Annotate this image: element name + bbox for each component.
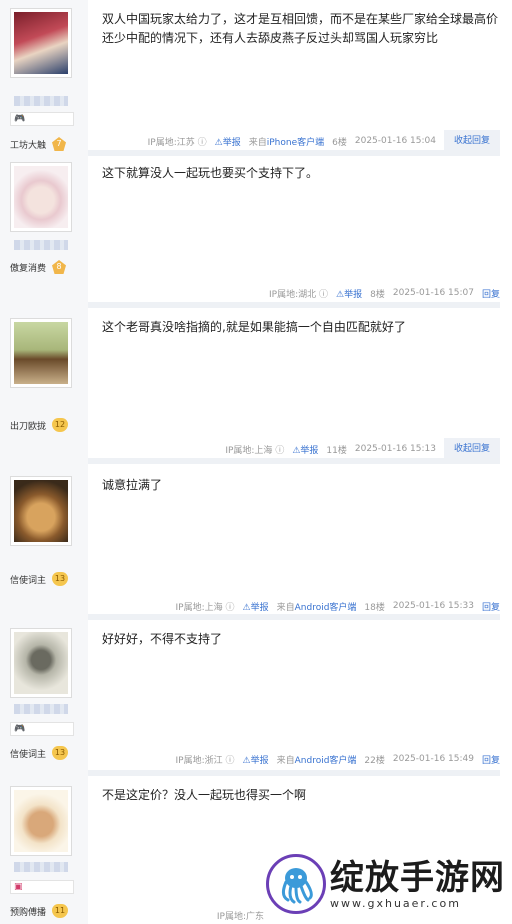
help-icon: ⓘ: [197, 137, 207, 148]
reply-link[interactable]: 回复: [482, 753, 500, 766]
floor-number: 18楼: [364, 602, 385, 613]
avatar[interactable]: [10, 476, 72, 546]
post-tail: IP属地:广东: [217, 904, 264, 924]
post-floor-8: 傲复消费 8 这下就算没人一起玩也要买个支持下了。 IP属地:湖北 ⓘ ⚠举报 …: [0, 156, 512, 308]
report-link[interactable]: ⚠举报: [336, 287, 362, 300]
avatar[interactable]: [10, 162, 72, 232]
post-content: 好好好，不得不支持了: [102, 632, 223, 646]
report-link[interactable]: ⚠举报: [215, 135, 241, 148]
help-icon: ⓘ: [225, 602, 235, 613]
level-label: 工坊大触: [10, 140, 47, 151]
post-content: 双人中国玩家太给力了，这才是互相回馈，而不是在某些厂家给全球最高价还少中配的情况…: [102, 12, 499, 45]
report-link[interactable]: ⚠举报: [243, 753, 269, 766]
username[interactable]: [14, 240, 68, 250]
watermark-text: 绽放手游网 www.gxhuaer.com: [330, 859, 505, 910]
octopus-logo-icon: [266, 854, 326, 914]
user-level[interactable]: 傲复消费 8: [10, 260, 67, 274]
post-tail: IP属地:江苏 ⓘ ⚠举报 来自iPhone客户端 6楼 2025-01-16 …: [148, 130, 500, 152]
post-floor-22: 🎮 信使词主 13 好好好，不得不支持了 IP属地:浙江 ⓘ ⚠举报 来自And…: [0, 620, 512, 776]
badge-row: 🎮: [10, 112, 74, 126]
help-icon: ⓘ: [275, 445, 285, 456]
level-label: 傲复消费: [10, 263, 47, 274]
level-label: 出刀欧拢: [10, 421, 47, 432]
post-floor-6: 🎮 工坊大触 7 双人中国玩家太给力了，这才是互相回馈，而不是在某些厂家给全球最…: [0, 0, 512, 156]
ip-location: IP属地:广东: [216, 911, 264, 922]
floor-number: 6楼: [332, 137, 347, 148]
report-link[interactable]: ⚠举报: [292, 443, 318, 456]
collapse-reply-button[interactable]: 收起回复: [443, 130, 500, 152]
help-icon: ⓘ: [225, 755, 235, 766]
ip-location: IP属地:上海 ⓘ: [175, 602, 235, 613]
avatar[interactable]: [10, 8, 72, 78]
user-level[interactable]: 信使词主 13: [10, 746, 69, 760]
report-link[interactable]: ⚠举报: [243, 600, 269, 613]
post-time: 2025-01-16 15:33: [392, 601, 474, 611]
floor-number: 8楼: [370, 289, 385, 300]
post-time: 2025-01-16 15:49: [392, 754, 474, 764]
ip-location: IP属地:上海 ⓘ: [225, 445, 285, 456]
avatar[interactable]: [10, 786, 72, 856]
user-level[interactable]: 工坊大触 7: [10, 137, 67, 151]
avatar[interactable]: [10, 628, 72, 698]
level-heart-icon: 13: [52, 572, 69, 586]
level-label: 信使词主: [10, 749, 47, 760]
user-level[interactable]: 预购傅播 11: [10, 904, 69, 918]
post-content: 这个老哥真没啥指摘的,就是如果能搞一个自由匹配就好了: [102, 320, 406, 334]
ip-location: IP属地:湖北 ⓘ: [269, 289, 329, 300]
post-floor-18: 信使词主 13 诚意拉满了 IP属地:上海 ⓘ ⚠举报 来自Android客户端…: [0, 464, 512, 620]
username[interactable]: [14, 862, 68, 872]
reply-link[interactable]: 回复: [482, 600, 500, 613]
post-time: 2025-01-16 15:13: [354, 444, 436, 454]
badge-row: 🎮: [10, 722, 74, 736]
post-content: 诚意拉满了: [102, 478, 163, 492]
post-time: 2025-01-16 15:07: [392, 288, 474, 298]
level-heart-icon: 11: [52, 904, 69, 918]
client-link[interactable]: iPhone客户端: [267, 138, 324, 148]
collapse-reply-button[interactable]: 收起回复: [443, 438, 500, 460]
post-tail: IP属地:上海 ⓘ ⚠举报 11楼 2025-01-16 15:13 收起回复: [225, 438, 500, 460]
post-tail: IP属地:湖北 ⓘ ⚠举报 8楼 2025-01-16 15:07 回复: [269, 282, 500, 304]
ip-location: IP属地:江苏 ⓘ: [147, 137, 207, 148]
username[interactable]: [14, 96, 68, 106]
level-label: 信使词主: [10, 575, 47, 586]
level-heart-icon: 12: [52, 418, 69, 432]
watermark: 绽放手游网 www.gxhuaer.com: [266, 850, 512, 918]
post-content: 这下就算没人一起玩也要买个支持下了。: [102, 166, 319, 180]
reply-link[interactable]: 回复: [482, 287, 500, 300]
user-level[interactable]: 信使词主 13: [10, 572, 69, 586]
client-source: 来自iPhone客户端: [248, 137, 325, 148]
post-content: 不是这定价？没人一起玩也得买一个啊: [102, 788, 307, 802]
level-badge-icon: 8: [52, 260, 67, 274]
floor-number: 22楼: [364, 755, 385, 766]
client-link[interactable]: Android客户端: [295, 603, 357, 613]
level-label: 预购傅播: [10, 907, 47, 918]
client-link[interactable]: Android客户端: [295, 756, 357, 766]
avatar[interactable]: [10, 318, 72, 388]
watermark-title: 绽放手游网: [330, 857, 505, 898]
watermark-url: www.gxhuaer.com: [330, 896, 461, 910]
client-source: 来自Android客户端: [276, 602, 357, 613]
floor-number: 11楼: [326, 445, 347, 456]
post-floor-11: 出刀欧拢 12 这个老哥真没啥指摘的,就是如果能搞一个自由匹配就好了 IP属地:…: [0, 306, 512, 464]
ip-location: IP属地:浙江 ⓘ: [175, 755, 235, 766]
post-time: 2025-01-16 15:04: [354, 136, 436, 146]
post-tail: IP属地:浙江 ⓘ ⚠举报 来自Android客户端 22楼 2025-01-1…: [176, 748, 501, 770]
help-icon: ⓘ: [319, 289, 329, 300]
badge-row: ▣: [10, 880, 74, 894]
level-badge-icon: 7: [52, 137, 67, 151]
client-source: 来自Android客户端: [276, 755, 357, 766]
user-level[interactable]: 出刀欧拢 12: [10, 418, 69, 432]
level-heart-icon: 13: [52, 746, 69, 760]
username[interactable]: [14, 704, 68, 714]
